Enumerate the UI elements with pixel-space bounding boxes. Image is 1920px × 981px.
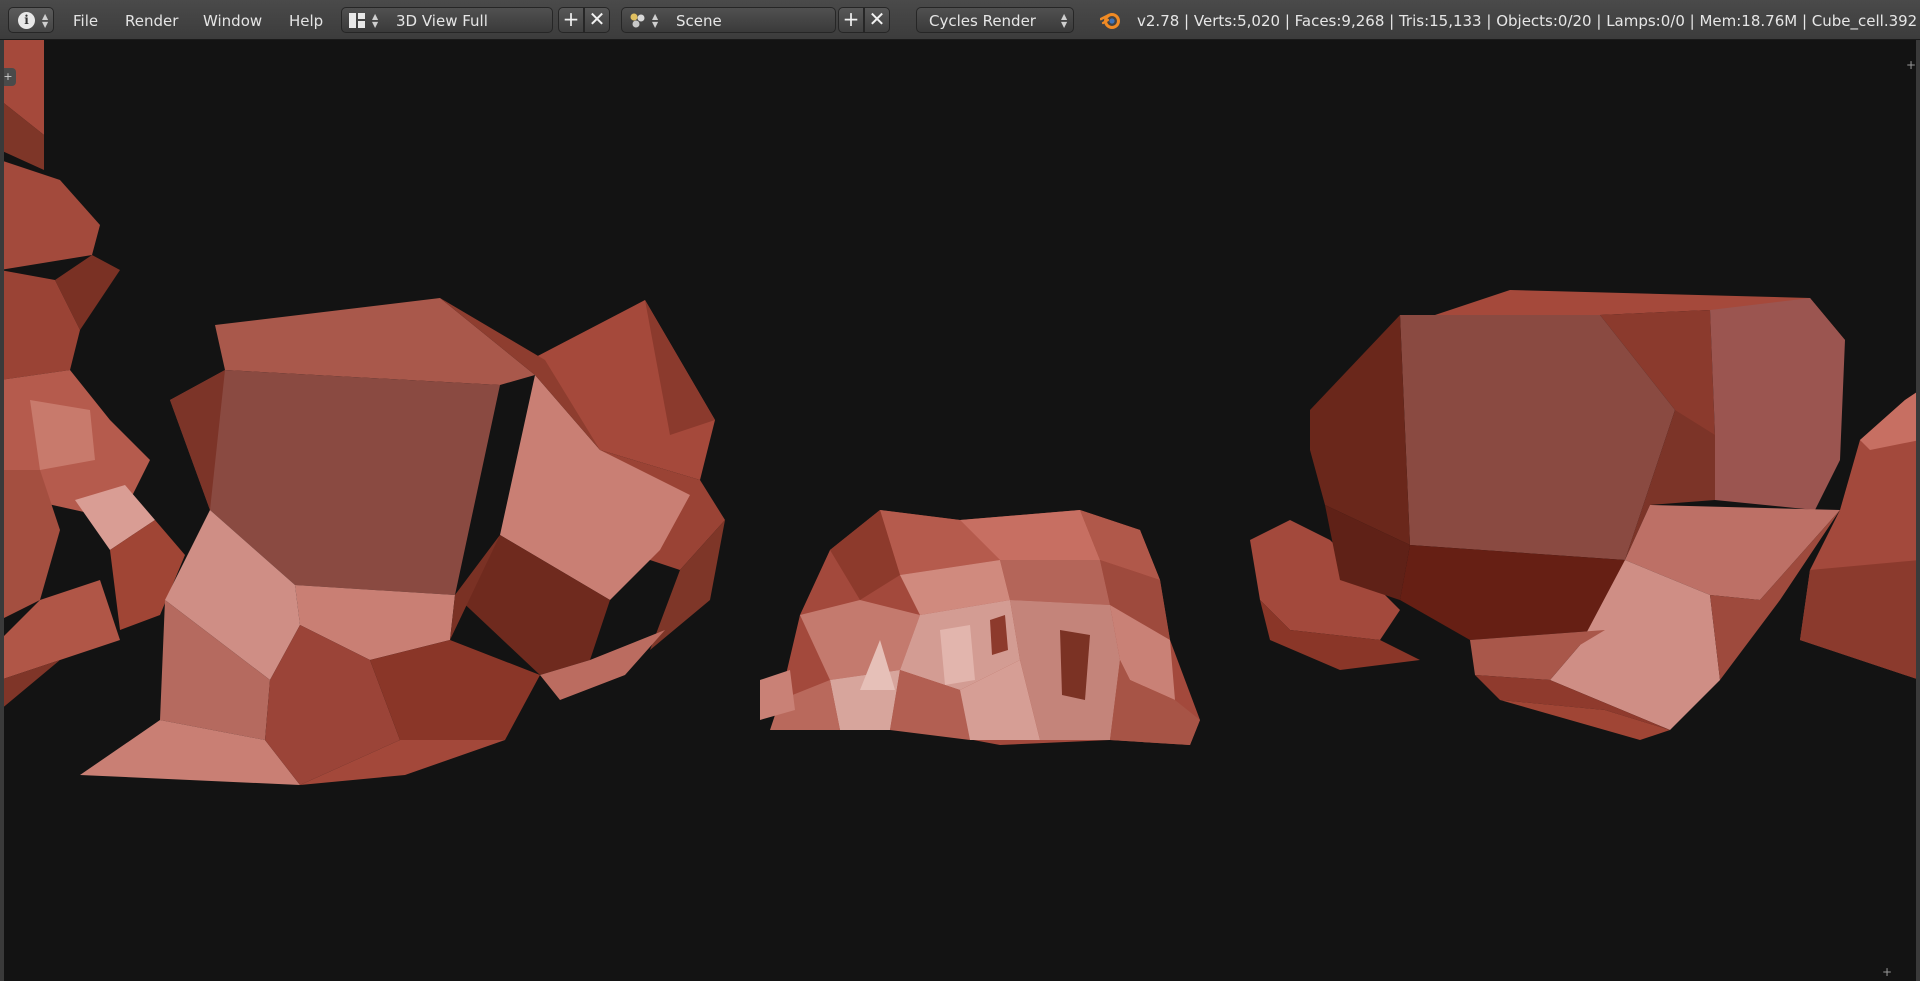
corner-split-plus-icon[interactable]: + bbox=[1882, 965, 1892, 979]
rock-cluster-center bbox=[760, 510, 1200, 745]
rock-cluster-left-edge bbox=[0, 40, 185, 710]
viewport-render bbox=[0, 40, 1920, 785]
chevron-down-icon: ▼ bbox=[1061, 20, 1068, 29]
chevron-down-icon: ▼ bbox=[42, 20, 49, 29]
info-icon: i bbox=[18, 12, 35, 29]
editor-type-selector[interactable]: i ▲ ▼ bbox=[8, 7, 54, 33]
chevron-down-icon: ▼ bbox=[372, 20, 379, 29]
chevron-down-icon: ▼ bbox=[652, 20, 659, 29]
render-engine-value: Cycles Render bbox=[929, 12, 1036, 30]
menu-window[interactable]: Window bbox=[203, 12, 262, 30]
left-area-edge bbox=[0, 40, 4, 981]
scene-icon bbox=[629, 12, 647, 33]
info-header: i ▲ ▼ File Render Window Help ▲ ▼ 3D Vie… bbox=[0, 0, 1920, 40]
plus-icon: + bbox=[842, 7, 860, 31]
x-icon: ✕ bbox=[588, 7, 606, 31]
x-icon: ✕ bbox=[868, 7, 886, 31]
render-engine-selector[interactable]: Cycles Render ▲ ▼ bbox=[916, 7, 1074, 33]
rock-cluster-right bbox=[1250, 290, 1920, 740]
screen-layout-value: 3D View Full bbox=[396, 12, 488, 30]
menu-help[interactable]: Help bbox=[289, 12, 323, 30]
scene-statistics: v2.78 | Verts:5,020 | Faces:9,268 | Tris… bbox=[1137, 12, 1918, 30]
screen-layout-selector[interactable]: ▲ ▼ 3D View Full bbox=[341, 7, 553, 33]
properties-toggle-plus-icon[interactable]: + bbox=[1906, 58, 1916, 72]
remove-screen-button[interactable]: ✕ bbox=[584, 7, 610, 33]
add-scene-button[interactable]: + bbox=[838, 7, 864, 33]
menu-render[interactable]: Render bbox=[125, 12, 178, 30]
3d-viewport[interactable]: + + + bbox=[0, 40, 1920, 981]
scene-value: Scene bbox=[676, 12, 722, 30]
add-screen-button[interactable]: + bbox=[558, 7, 584, 33]
blender-logo-icon bbox=[1099, 11, 1122, 33]
rock-cluster-left bbox=[80, 298, 725, 785]
scene-selector[interactable]: ▲ ▼ Scene bbox=[621, 7, 836, 33]
remove-scene-button[interactable]: ✕ bbox=[864, 7, 890, 33]
menu-file[interactable]: File bbox=[73, 12, 98, 30]
right-area-edge bbox=[1916, 40, 1920, 981]
layout-icon bbox=[349, 13, 365, 32]
plus-icon: + bbox=[562, 7, 580, 31]
